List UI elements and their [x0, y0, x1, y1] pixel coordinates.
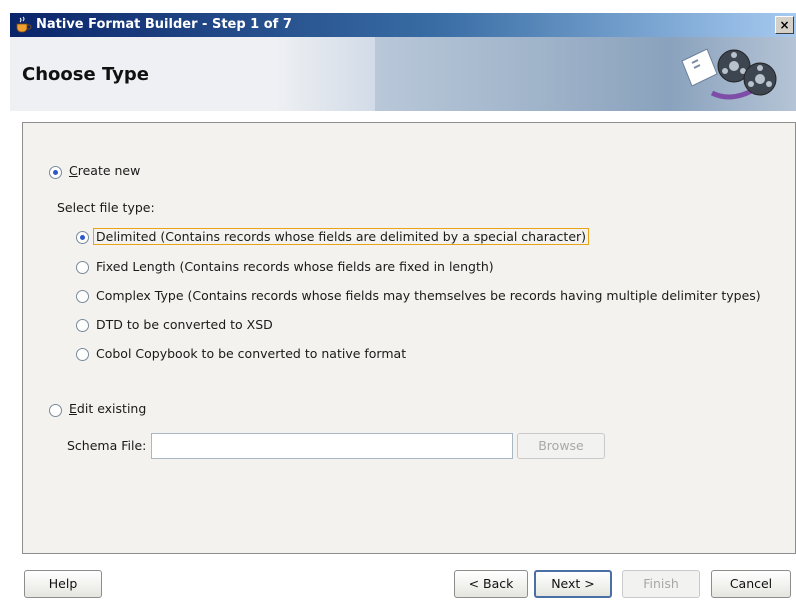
complex-type-radio[interactable] — [76, 290, 89, 303]
back-button[interactable]: < Back — [454, 570, 528, 598]
select-file-type-label: Select file type: — [57, 200, 155, 215]
complex-type-label[interactable]: Complex Type (Contains records whose fie… — [96, 288, 761, 303]
delimited-label[interactable]: Delimited (Contains records whose fields… — [93, 228, 590, 245]
finish-button[interactable]: Finish — [622, 570, 700, 598]
fixed-length-label[interactable]: Fixed Length (Contains records whose fie… — [96, 259, 494, 274]
fixed-length-radio[interactable] — [76, 261, 89, 274]
dtd-radio[interactable] — [76, 319, 89, 332]
cobol-copybook-label[interactable]: Cobol Copybook to be converted to native… — [96, 346, 406, 361]
schema-file-input[interactable] — [151, 433, 513, 459]
create-new-label[interactable]: Create new — [69, 163, 140, 178]
wizard-header: Choose Type — [10, 37, 796, 111]
window-titlebar: Native Format Builder - Step 1 of 7 × — [10, 13, 796, 37]
coffee-cup-icon — [16, 16, 32, 33]
content-panel: Create new Select file type: Delimited (… — [22, 122, 796, 554]
help-button[interactable]: Help — [24, 570, 102, 598]
next-button[interactable]: Next > — [534, 570, 612, 598]
cobol-copybook-radio[interactable] — [76, 348, 89, 361]
edit-existing-radio[interactable] — [49, 404, 62, 417]
create-new-radio[interactable] — [49, 166, 62, 179]
close-icon[interactable]: × — [775, 16, 794, 34]
schema-file-label: Schema File: — [67, 438, 147, 453]
page-title: Choose Type — [22, 64, 149, 85]
cancel-button[interactable]: Cancel — [711, 570, 791, 598]
window-title: Native Format Builder - Step 1 of 7 — [36, 17, 292, 32]
film-reel-icon — [681, 48, 777, 100]
dtd-label[interactable]: DTD to be converted to XSD — [96, 317, 273, 332]
delimited-radio[interactable] — [76, 231, 89, 244]
edit-existing-label[interactable]: Edit existing — [69, 401, 146, 416]
browse-button[interactable]: Browse — [517, 433, 605, 459]
